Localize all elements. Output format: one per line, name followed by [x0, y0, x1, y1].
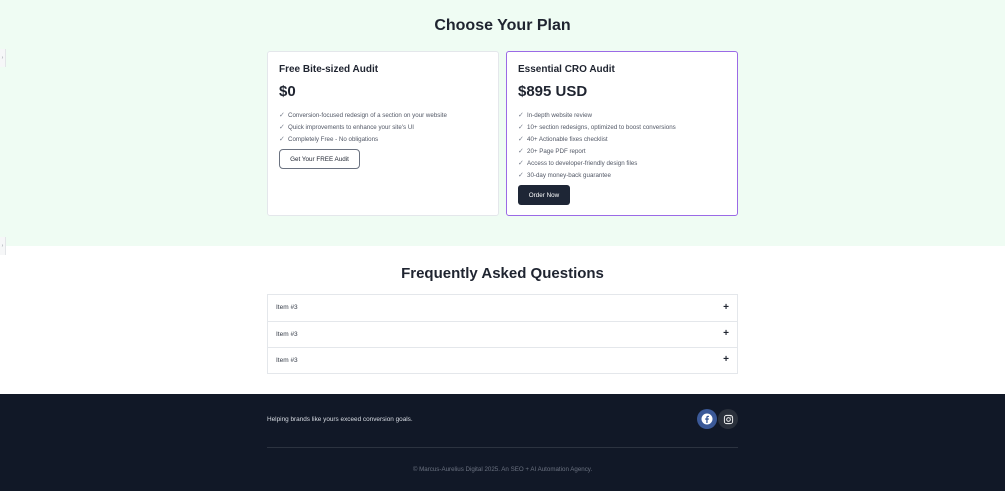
plus-icon[interactable]: + — [723, 329, 729, 339]
feature-item: ✓ In-depth website review — [518, 111, 593, 119]
check-icon: ✓ — [518, 111, 524, 119]
site-footer: Helping brands like yours exceed convers… — [0, 394, 1005, 491]
check-icon: ✓ — [279, 135, 285, 143]
check-icon: ✓ — [279, 123, 285, 131]
feature-list: ✓ Conversion-focused redesign of a sectio… — [279, 109, 447, 145]
faq-accordion: Item #3 + Item #3 + Item #3 + — [267, 294, 738, 374]
facebook-icon[interactable] — [697, 409, 717, 429]
feature-item: ✓ Quick improvements to enhance your site… — [279, 123, 415, 131]
feature-item: ✓ 30-day money-back guarantee — [518, 171, 611, 179]
feature-item: ✓ 10+ section redesigns, optimized to boo… — [518, 123, 676, 131]
plan-name: Free Bite-sized Audit — [279, 64, 379, 75]
plan-card-free: Free Bite-sized Audit $0 ✓ Conversion-foc… — [267, 51, 499, 216]
plan-price: $895 USD — [518, 83, 588, 100]
side-toggle-tab[interactable]: › — [0, 237, 6, 255]
footer-divider — [267, 447, 738, 448]
faq-question: Item #3 — [276, 356, 298, 364]
faq-item[interactable]: Item #3 + — [267, 347, 738, 374]
feature-item: ✓ 40+ Actionable fixes checklist — [518, 135, 608, 143]
order-now-button[interactable]: Order Now — [518, 185, 570, 205]
instagram-icon[interactable] — [718, 409, 738, 429]
get-free-audit-button[interactable]: Get Your FREE Audit — [279, 149, 360, 169]
pricing-section: Choose Your Plan Free Bite-sized Audit $… — [0, 0, 1005, 246]
check-icon: ✓ — [518, 147, 524, 155]
side-toggle-tab[interactable]: › — [0, 49, 6, 67]
feature-list: ✓ In-depth website review ✓ 10+ section re… — [518, 109, 676, 181]
check-icon: ✓ — [518, 171, 524, 179]
footer-tagline: Helping brands like yours exceed convers… — [267, 416, 413, 423]
plus-icon[interactable]: + — [723, 355, 729, 365]
faq-question: Item #3 — [276, 330, 298, 338]
plan-price: $0 — [279, 83, 296, 100]
check-icon: ✓ — [279, 111, 285, 119]
faq-item[interactable]: Item #3 + — [267, 294, 738, 321]
faq-item[interactable]: Item #3 + — [267, 320, 738, 347]
pricing-title: Choose Your Plan — [434, 17, 571, 34]
plan-card-essential: Essential CRO Audit $895 USD ✓ In-depth w… — [506, 51, 738, 216]
copyright-text: © Marcus-Aurelius Digital 2025. An SEO +… — [412, 466, 593, 473]
plus-icon[interactable]: + — [723, 302, 729, 313]
feature-item: ✓ Conversion-focused redesign of a sectio… — [279, 111, 447, 119]
check-icon: ✓ — [518, 159, 524, 167]
check-icon: ✓ — [518, 123, 524, 131]
plan-name: Essential CRO Audit — [518, 64, 615, 75]
faq-title: Frequently Asked Questions — [401, 265, 604, 282]
feature-item: ✓ 20+ Page PDF report — [518, 147, 586, 155]
feature-item: ✓ Completely Free - No obligations — [279, 135, 379, 143]
feature-item: ✓ Access to developer-friendly design fil… — [518, 159, 638, 167]
check-icon: ✓ — [518, 135, 524, 143]
faq-question: Item #3 — [276, 304, 298, 312]
